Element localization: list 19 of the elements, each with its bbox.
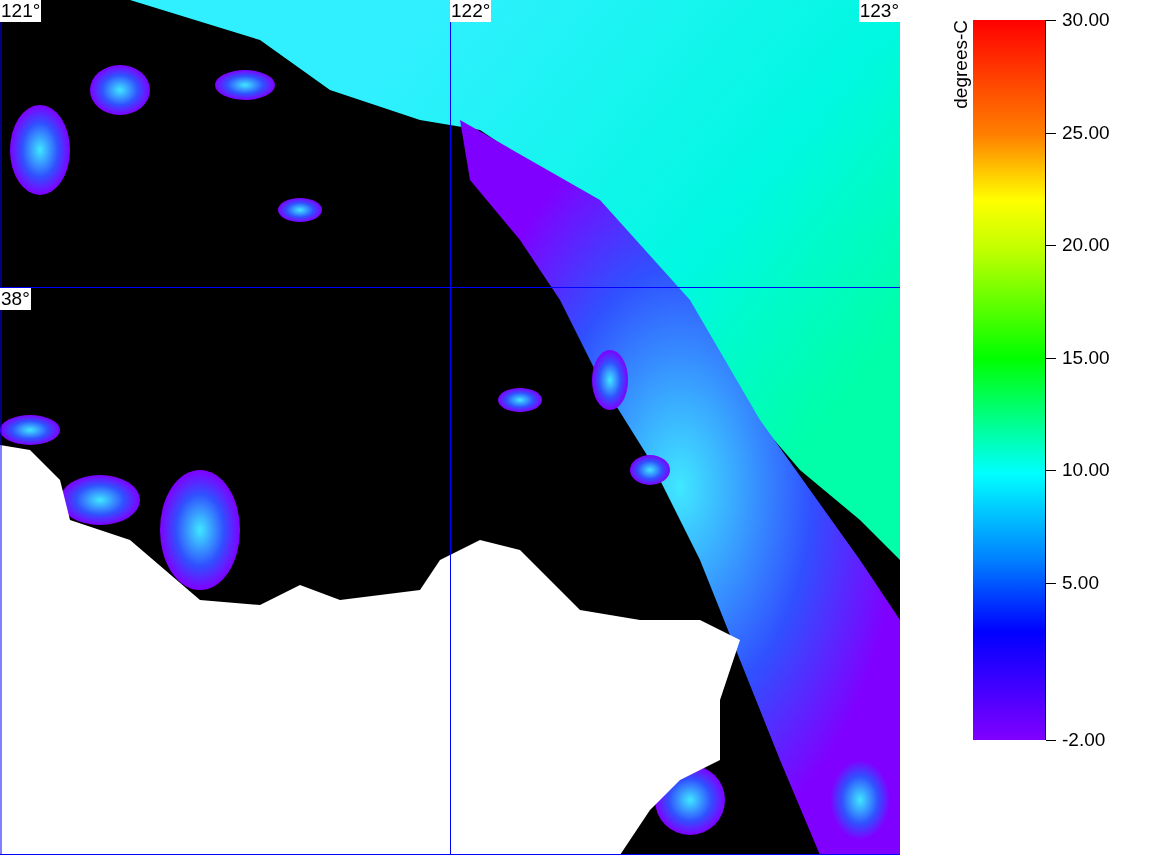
- tick-mark: [1046, 470, 1056, 471]
- tick-mark: [1046, 582, 1056, 584]
- tick-mark: [1046, 20, 1056, 21]
- tick-label: 15.00: [1062, 346, 1110, 369]
- tick-mark: [1046, 132, 1056, 134]
- tick-label: 25.00: [1062, 121, 1110, 144]
- tick-label: 5.00: [1062, 571, 1099, 594]
- tick-label: 30.00: [1062, 9, 1110, 31]
- tick-label: 20.00: [1062, 234, 1110, 256]
- colorbar-unit-label: degrees-C: [950, 20, 972, 109]
- latitude-label: 38°: [0, 288, 31, 310]
- longitude-label: 121°: [0, 0, 42, 22]
- tick-label: -2.00: [1062, 729, 1106, 751]
- tick-mark: [1046, 357, 1056, 359]
- tick-mark: [1046, 740, 1056, 741]
- longitude-label: 123°: [858, 0, 900, 22]
- longitude-label: 122°: [450, 0, 492, 22]
- tick-mark: [1046, 245, 1056, 246]
- tick-label: 10.00: [1062, 459, 1110, 481]
